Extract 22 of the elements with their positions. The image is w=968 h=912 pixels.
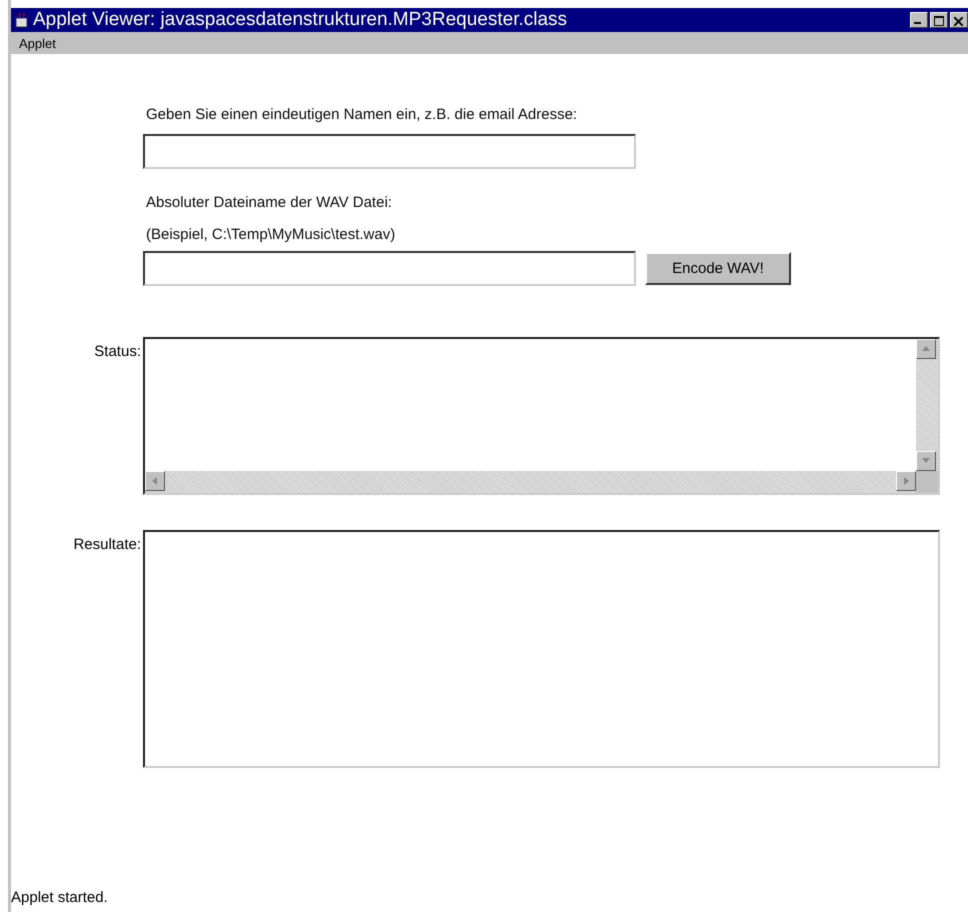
- results-label: Resultate:: [72, 535, 142, 555]
- name-label: Geben Sie einen eindeutigen Namen ein, z.B. die email Adresse:: [146, 106, 578, 123]
- minimize-icon: [914, 22, 921, 24]
- status-bar-text: Applet started.: [11, 889, 108, 906]
- maximize-icon: [934, 16, 944, 26]
- vertical-scrollbar[interactable]: [916, 339, 938, 471]
- encode-button[interactable]: Encode WAV!: [645, 252, 791, 285]
- window-title: Applet Viewer: javaspacesdatenstrukturen.MP3Requester.class: [33, 9, 568, 31]
- arrow-icon: [150, 476, 160, 486]
- maximize-button[interactable]: [930, 12, 948, 28]
- close-icon: [954, 17, 963, 26]
- menu-item[interactable]: Applet: [19, 36, 56, 50]
- minimize-button[interactable]: [910, 12, 928, 28]
- arrow-icon: [921, 344, 931, 354]
- file-field[interactable]: [143, 251, 636, 286]
- name-field[interactable]: [143, 134, 636, 169]
- close-button[interactable]: [950, 12, 968, 28]
- status-label: Status:: [93, 342, 142, 362]
- scrollbar-corner: [916, 471, 938, 493]
- horizontal-scrollbar[interactable]: [145, 471, 916, 493]
- file-label: Absoluter Dateiname der WAV Datei:: [146, 194, 393, 211]
- file-hint: (Beispiel, C:\Temp\MyMusic\test.wav): [146, 226, 396, 243]
